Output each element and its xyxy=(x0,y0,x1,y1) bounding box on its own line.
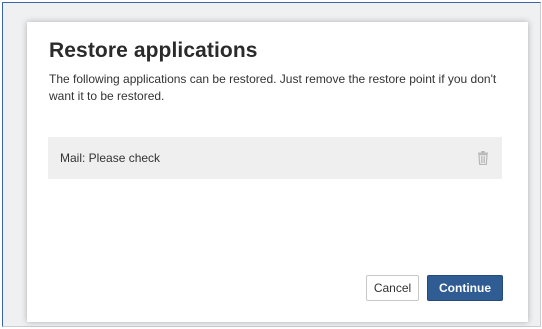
window-frame: Restore applications The following appli… xyxy=(2,2,541,327)
restore-applications-dialog: Restore applications The following appli… xyxy=(27,22,528,322)
cancel-button[interactable]: Cancel xyxy=(366,275,419,301)
restore-list: Mail: Please check xyxy=(48,137,502,179)
trash-icon[interactable] xyxy=(477,151,489,166)
dialog-title: Restore applications xyxy=(49,39,258,62)
list-item-label: Mail: Please check xyxy=(60,151,161,165)
continue-button[interactable]: Continue xyxy=(427,275,503,301)
dialog-description: The following applications can be restor… xyxy=(49,72,497,103)
list-item: Mail: Please check xyxy=(48,137,502,179)
